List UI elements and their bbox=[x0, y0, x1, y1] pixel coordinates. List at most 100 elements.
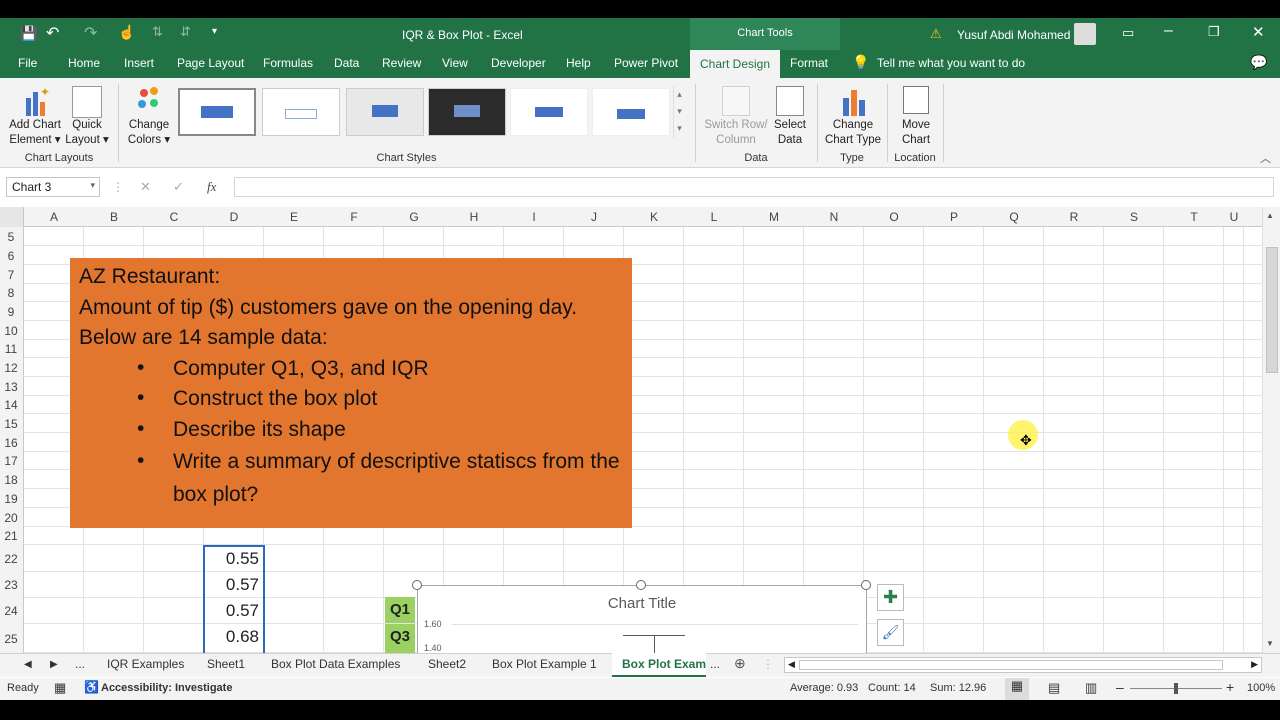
tab-format[interactable]: Format bbox=[790, 56, 828, 70]
scroll-tabs-left-icon[interactable]: ◀ bbox=[24, 659, 32, 670]
column-header[interactable]: C bbox=[144, 210, 204, 224]
sheet-tab-active[interactable]: Box Plot Exam bbox=[612, 653, 706, 677]
sheet-tab[interactable]: Box Plot Data Examples bbox=[271, 657, 400, 671]
row-header[interactable]: 12 bbox=[0, 361, 22, 375]
data-cell[interactable]: 0.68 bbox=[205, 627, 263, 647]
ribbon-display-icon[interactable]: ▭ bbox=[1122, 25, 1134, 41]
chart-style-4[interactable] bbox=[428, 88, 506, 136]
tab-overflow-right[interactable]: ... bbox=[710, 657, 720, 671]
enter-icon[interactable]: ✓ bbox=[173, 179, 184, 195]
tab-formulas[interactable]: Formulas bbox=[263, 56, 313, 70]
column-header[interactable]: S bbox=[1104, 210, 1164, 224]
column-header[interactable]: N bbox=[804, 210, 864, 224]
sheet-tab[interactable]: IQR Examples bbox=[107, 657, 184, 671]
sort-icon[interactable]: ⇅ bbox=[152, 24, 163, 40]
row-header[interactable]: 14 bbox=[0, 398, 22, 412]
macro-record-icon[interactable]: ▦ bbox=[54, 680, 66, 696]
status-sum[interactable]: Sum: 12.96 bbox=[930, 682, 986, 694]
row-header[interactable]: 18 bbox=[0, 473, 22, 487]
zoom-out-icon[interactable]: – bbox=[1116, 679, 1124, 695]
accessibility-status[interactable]: Accessibility: Investigate bbox=[101, 682, 232, 694]
touch-mode-icon[interactable]: ☝ bbox=[118, 24, 135, 41]
formula-input[interactable] bbox=[234, 177, 1274, 197]
sheet-tab[interactable]: Box Plot Example 1 bbox=[492, 657, 597, 671]
sort-desc-icon[interactable]: ⇵ bbox=[180, 24, 191, 40]
q1-label[interactable]: Q1 bbox=[385, 597, 415, 623]
row-header[interactable]: 21 bbox=[0, 529, 22, 543]
switch-row-column-button[interactable]: Switch Row/Column bbox=[700, 118, 772, 148]
save-icon[interactable]: 💾 bbox=[20, 25, 37, 42]
resize-handle[interactable] bbox=[861, 580, 871, 590]
vertical-scrollbar[interactable]: ▲ ▼ bbox=[1262, 207, 1280, 653]
user-name[interactable]: Yusuf Abdi Mohamed bbox=[957, 28, 1070, 42]
column-header[interactable]: E bbox=[264, 210, 324, 224]
row-header[interactable]: 11 bbox=[0, 342, 22, 356]
column-header[interactable]: U bbox=[1224, 210, 1244, 224]
column-header[interactable]: R bbox=[1044, 210, 1104, 224]
tab-help[interactable]: Help bbox=[566, 56, 591, 70]
collapse-ribbon-icon[interactable]: ︿ bbox=[1260, 150, 1271, 166]
row-header[interactable]: 23 bbox=[0, 578, 22, 592]
row-header[interactable]: 9 bbox=[0, 305, 22, 319]
tab-developer[interactable]: Developer bbox=[491, 56, 546, 70]
chart-styles-brush-icon[interactable]: 🖌 bbox=[877, 619, 904, 646]
vertical-scroll-thumb[interactable] bbox=[1266, 247, 1278, 373]
cancel-icon[interactable]: ✕ bbox=[140, 179, 151, 195]
normal-view-icon[interactable]: ▦ bbox=[1005, 678, 1029, 700]
chart-title[interactable]: Chart Title bbox=[418, 595, 866, 612]
tab-overflow[interactable]: ... bbox=[75, 657, 85, 671]
change-chart-type-button[interactable]: Change Chart Type bbox=[820, 118, 886, 148]
add-chart-element-button[interactable]: Add Chart Element ▾ bbox=[6, 118, 64, 148]
resize-handle[interactable] bbox=[412, 580, 422, 590]
row-header[interactable]: 22 bbox=[0, 552, 22, 566]
column-header[interactable]: L bbox=[684, 210, 744, 224]
row-header[interactable]: 15 bbox=[0, 417, 22, 431]
chart-elements-plus-icon[interactable]: ✚ bbox=[877, 584, 904, 611]
row-header[interactable]: 17 bbox=[0, 454, 22, 468]
chart-style-1[interactable] bbox=[178, 88, 256, 136]
row-header[interactable]: 8 bbox=[0, 286, 22, 300]
chart-style-5[interactable] bbox=[510, 88, 588, 136]
avatar[interactable] bbox=[1074, 23, 1096, 45]
row-header[interactable]: 20 bbox=[0, 511, 22, 525]
page-break-view-icon[interactable]: ▥ bbox=[1085, 680, 1097, 696]
sheet-tab[interactable]: Sheet1 bbox=[207, 657, 245, 671]
select-all-corner[interactable] bbox=[0, 207, 24, 227]
minimize-icon[interactable]: – bbox=[1164, 22, 1173, 40]
tab-data[interactable]: Data bbox=[334, 56, 359, 70]
comments-icon[interactable]: 💬 bbox=[1250, 54, 1267, 71]
column-header[interactable]: T bbox=[1164, 210, 1224, 224]
tab-home[interactable]: Home bbox=[68, 56, 100, 70]
box-plot-chart[interactable]: Chart Title 1.60 1.40 bbox=[417, 585, 867, 654]
column-header[interactable]: Q bbox=[984, 210, 1044, 224]
accessibility-icon[interactable]: ♿ bbox=[84, 680, 99, 694]
scroll-tabs-right-icon[interactable]: ▶ bbox=[50, 659, 58, 670]
column-header[interactable]: M bbox=[744, 210, 804, 224]
undo-icon[interactable]: ↶ bbox=[46, 23, 59, 43]
page-layout-view-icon[interactable]: ▤ bbox=[1048, 680, 1060, 696]
tab-page-layout[interactable]: Page Layout bbox=[177, 56, 244, 70]
sheet-tab[interactable]: Sheet2 bbox=[428, 657, 466, 671]
new-sheet-icon[interactable]: ⊕ bbox=[734, 655, 746, 672]
row-header[interactable]: 10 bbox=[0, 324, 22, 338]
zoom-in-icon[interactable]: + bbox=[1226, 679, 1234, 695]
row-header[interactable]: 7 bbox=[0, 268, 22, 282]
zoom-slider-thumb[interactable] bbox=[1174, 683, 1178, 694]
zoom-level[interactable]: 100% bbox=[1247, 682, 1275, 694]
tab-power-pivot[interactable]: Power Pivot bbox=[614, 56, 678, 70]
instructions-textbox[interactable]: AZ Restaurant: Amount of tip ($) custome… bbox=[70, 258, 632, 528]
tab-file[interactable]: File bbox=[18, 56, 37, 70]
tab-insert[interactable]: Insert bbox=[124, 56, 154, 70]
row-header[interactable]: 5 bbox=[0, 230, 22, 244]
customize-qat-icon[interactable]: ▾ bbox=[212, 26, 217, 37]
row-header[interactable]: 16 bbox=[0, 436, 22, 450]
row-header[interactable]: 19 bbox=[0, 492, 22, 506]
chart-style-6[interactable] bbox=[592, 88, 670, 136]
column-header[interactable]: K bbox=[624, 210, 684, 224]
column-header[interactable]: D bbox=[204, 210, 264, 224]
move-chart-button[interactable]: Move Chart bbox=[890, 118, 942, 148]
data-cell[interactable]: 0.57 bbox=[205, 575, 263, 595]
row-header[interactable]: 13 bbox=[0, 380, 22, 394]
redo-icon[interactable]: ↷ bbox=[84, 23, 97, 43]
tab-view[interactable]: View bbox=[442, 56, 468, 70]
